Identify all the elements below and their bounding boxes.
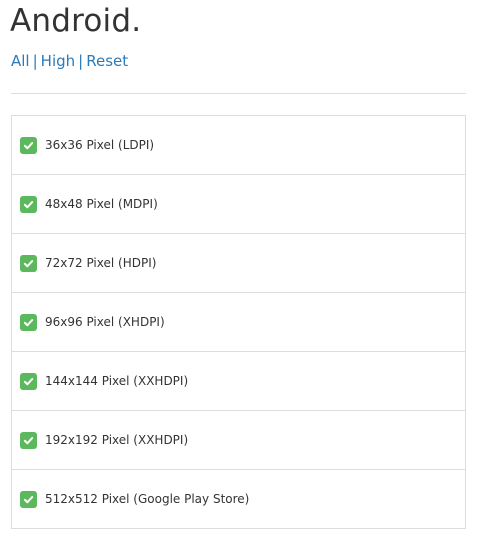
checkbox[interactable] — [20, 195, 37, 213]
checkbox[interactable] — [20, 254, 37, 272]
checkbox[interactable] — [20, 431, 37, 449]
filter-all-link[interactable]: All — [11, 52, 30, 70]
list-item-label: 512x512 Pixel (Google Play Store) — [45, 492, 250, 506]
list-item-label: 36x36 Pixel (LDPI) — [45, 138, 155, 152]
check-icon — [23, 200, 34, 208]
list-item[interactable]: 512x512 Pixel (Google Play Store) — [12, 470, 465, 528]
filter-reset-link[interactable]: Reset — [86, 52, 128, 70]
filter-links: All | High | Reset — [11, 52, 128, 70]
check-icon — [23, 318, 34, 326]
check-icon — [23, 259, 34, 267]
list-item[interactable]: 36x36 Pixel (LDPI) — [12, 116, 465, 175]
list-item[interactable]: 96x96 Pixel (XHDPI) — [12, 293, 465, 352]
checkbox[interactable] — [20, 372, 37, 390]
checkbox[interactable] — [20, 490, 37, 508]
filter-separator: | — [32, 52, 38, 70]
list-item[interactable]: 72x72 Pixel (HDPI) — [12, 234, 465, 293]
list-item-label: 192x192 Pixel (XXHDPI) — [45, 433, 189, 447]
check-icon — [23, 141, 34, 149]
page: Android. All | High | Reset 36x36 Pixel (LDP… — [0, 0, 479, 543]
list-item[interactable]: 192x192 Pixel (XXHDPI) — [12, 411, 465, 470]
checkbox[interactable] — [20, 136, 37, 154]
page-title: Android. — [10, 3, 142, 39]
check-icon — [23, 495, 34, 503]
icon-size-list: 36x36 Pixel (LDPI) 48x48 Pixel (MDPI) 72… — [11, 115, 466, 529]
list-item[interactable]: 144x144 Pixel (XXHDPI) — [12, 352, 465, 411]
list-item-label: 96x96 Pixel (XHDPI) — [45, 315, 165, 329]
divider — [11, 93, 466, 94]
list-item-label: 48x48 Pixel (MDPI) — [45, 197, 158, 211]
checkbox[interactable] — [20, 313, 37, 331]
check-icon — [23, 377, 34, 385]
list-item[interactable]: 48x48 Pixel (MDPI) — [12, 175, 465, 234]
list-item-label: 144x144 Pixel (XXHDPI) — [45, 374, 189, 388]
list-item-label: 72x72 Pixel (HDPI) — [45, 256, 157, 270]
check-icon — [23, 436, 34, 444]
filter-high-link[interactable]: High — [41, 52, 75, 70]
filter-separator: | — [78, 52, 84, 70]
